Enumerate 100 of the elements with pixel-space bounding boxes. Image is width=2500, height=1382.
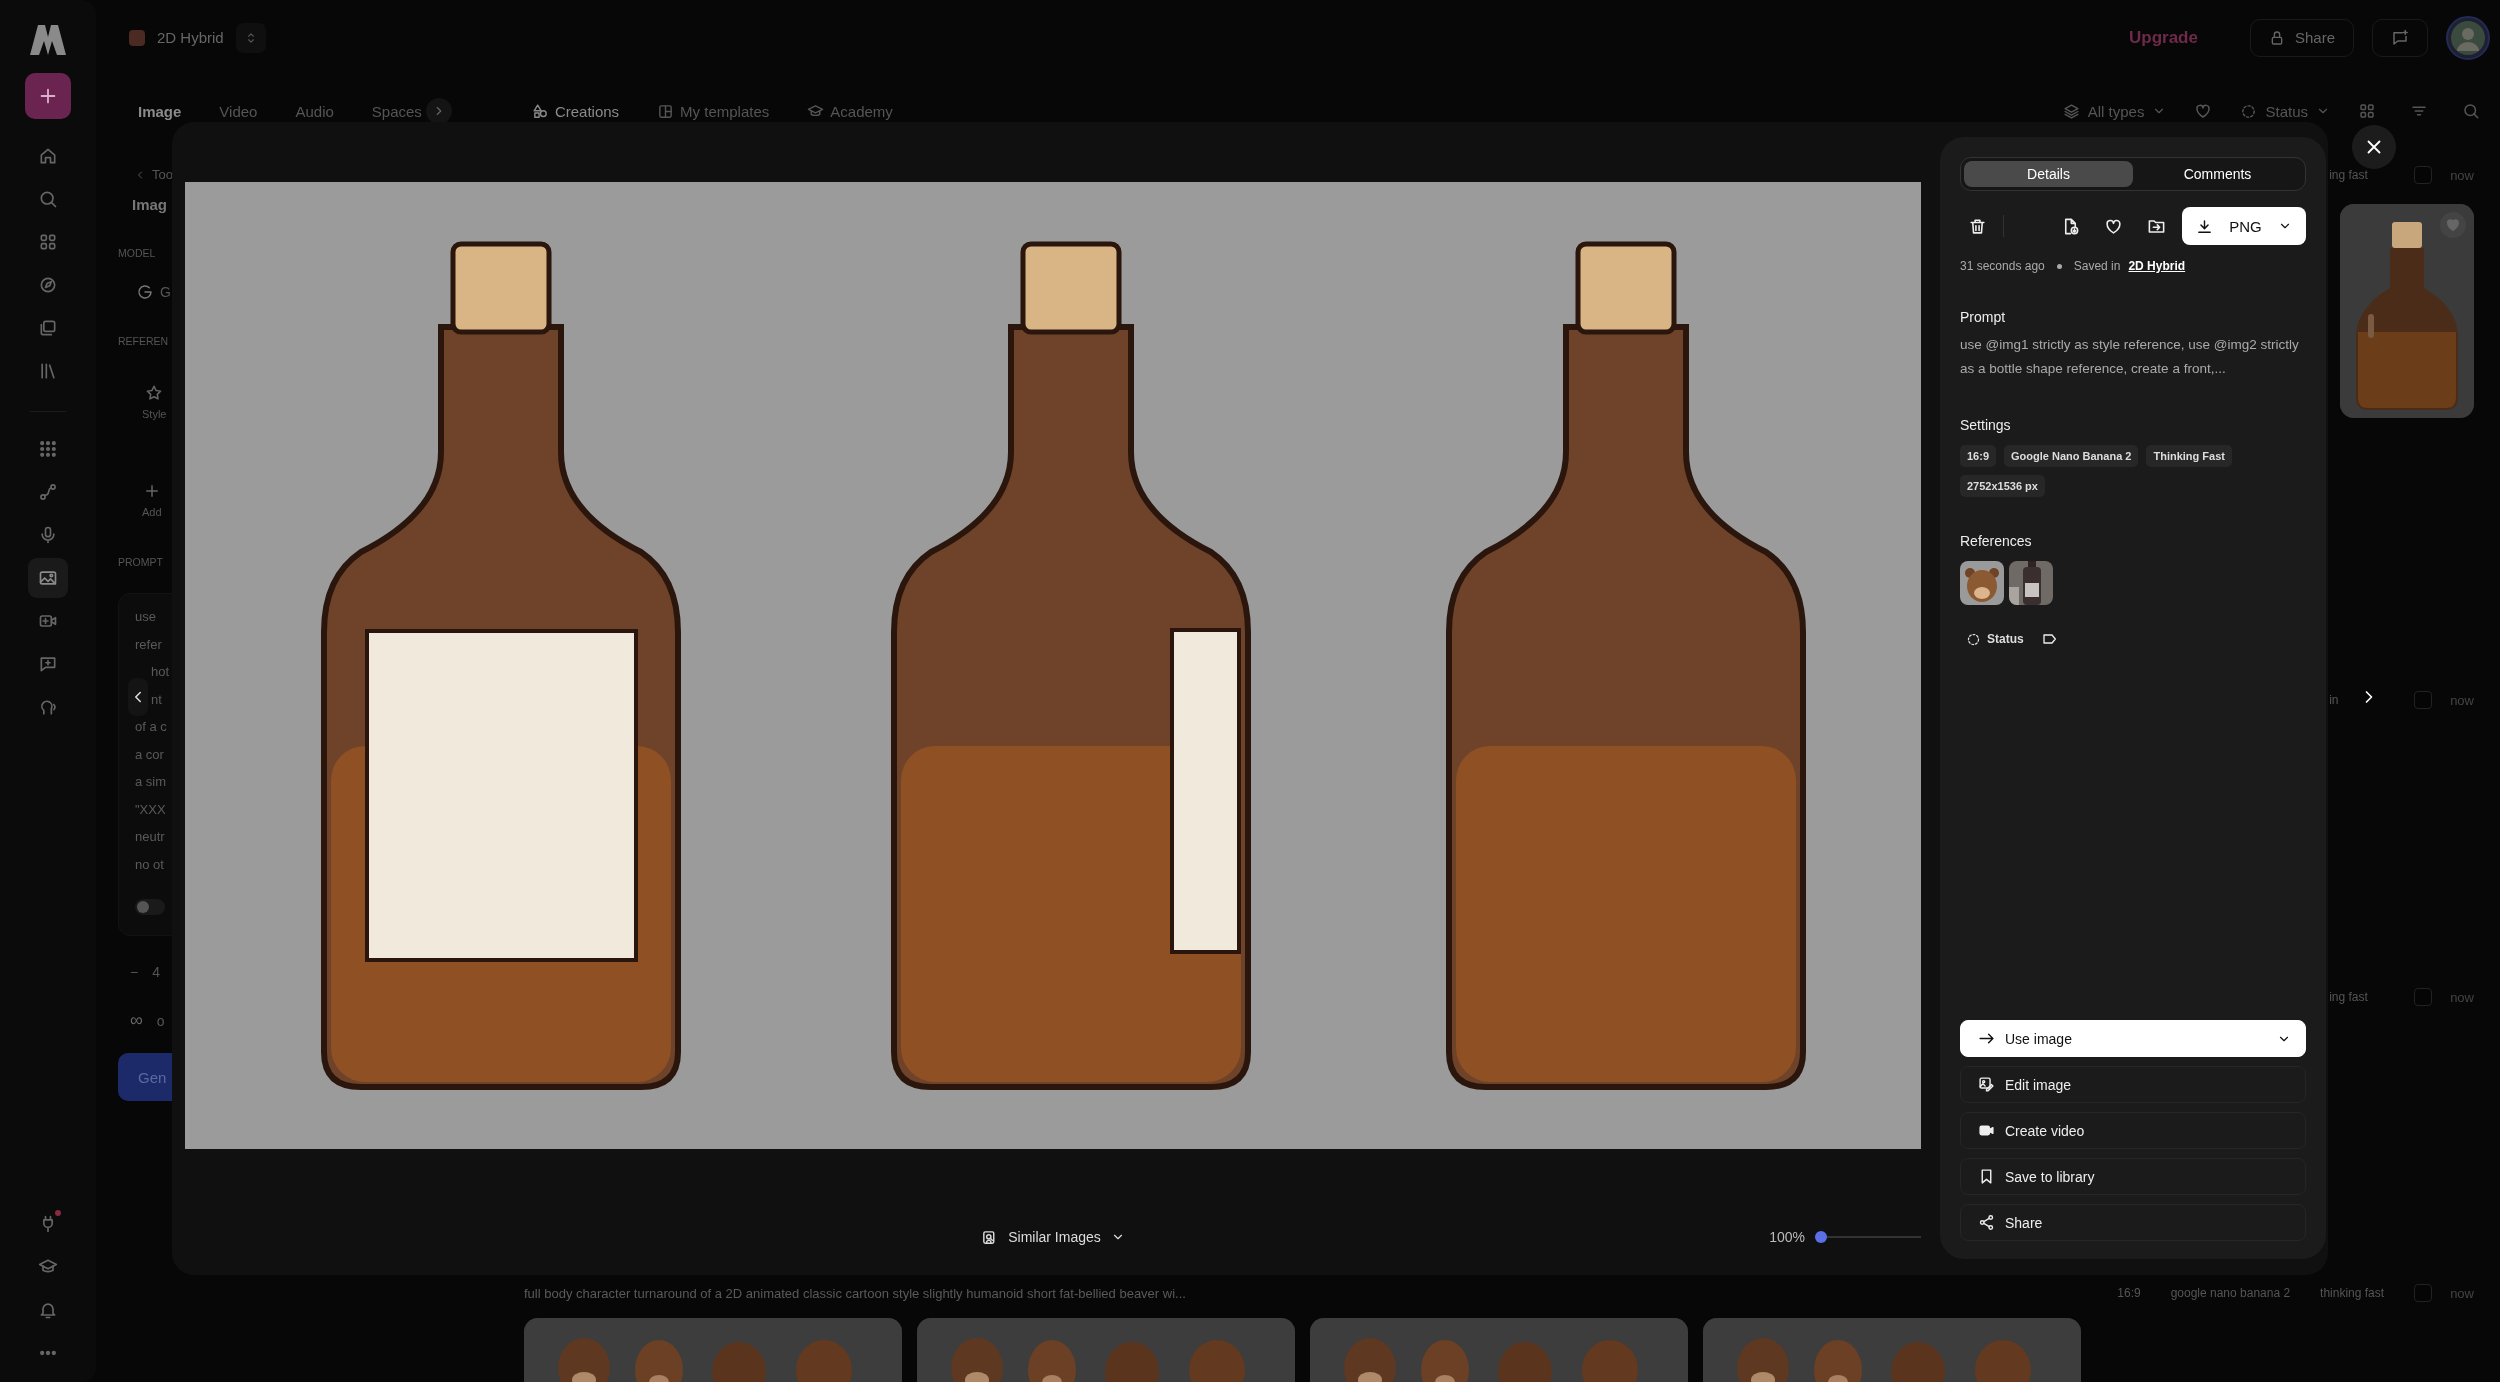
type-filter[interactable]: All types [2062,102,2167,120]
setting-label: ing fast [2329,990,2368,1004]
slot-label: Style [142,408,167,420]
nav-tab[interactable]: Creations [531,102,620,120]
dashed-circle-icon [1966,631,1981,647]
prompt-line: neutr [135,828,165,846]
action-button[interactable]: Create video [1960,1112,2306,1149]
avatar[interactable] [2446,15,2490,60]
slider-thumb[interactable] [1815,1231,1827,1243]
nav-tab[interactable]: Academy [807,102,893,120]
previous-button[interactable] [128,678,148,716]
dashed-circle-icon [2240,102,2258,120]
prompt-line: nt [151,690,162,709]
close-button[interactable] [2352,125,2396,169]
tab[interactable]: Video [219,102,258,120]
home-icon [38,146,58,166]
library-icon [38,361,58,381]
tab[interactable]: Image [138,102,182,120]
status-filter[interactable]: Status [2240,102,2330,120]
tab[interactable]: Spaces [371,102,422,120]
back-link[interactable]: Too [152,167,173,182]
prompt-line: of a c [135,718,167,736]
decrease-button[interactable]: − [130,964,139,980]
notification-dot [55,1210,61,1216]
action-button[interactable]: Use image [1960,1020,2306,1057]
upgrade-link[interactable]: Upgrade [2129,27,2198,48]
path-icon [38,482,58,502]
project-link[interactable]: 2D Hybrid [2128,259,2186,273]
prompt-line: "XXX [135,800,166,819]
heart-icon [2194,102,2213,120]
checkbox[interactable] [2414,691,2433,709]
download-button[interactable]: PNG [2182,207,2306,245]
prompt-text: use @img1 strictly as style reference, use @img2 strictly as a bottle shape reference, create a front,... [1960,336,2300,378]
setting-tag: Thinking Fast [2146,445,2232,467]
project-name[interactable]: 2D Hybrid [157,29,224,46]
layout-icon [657,102,675,120]
compass-icon [38,275,58,295]
panel-title: Imag [132,196,167,213]
setting-label: google nano banana 2 [2170,1286,2291,1300]
slot-label: Add [142,506,162,518]
image-button[interactable] [28,558,68,598]
prompt-line: use [135,608,156,626]
layers-icon [2062,102,2080,120]
count-value: 4 [152,964,160,980]
saved-label: Saved in [2073,259,2121,273]
checkbox[interactable] [2414,1284,2433,1302]
tab[interactable]: Comments [2133,161,2302,187]
timestamp: now [2450,167,2474,183]
apps-icon [38,232,58,252]
timestamp: now [2450,1285,2474,1301]
status-button[interactable]: Status [1966,631,2024,647]
logo-icon[interactable] [28,23,68,57]
feedback-button[interactable] [2372,18,2428,57]
project-color [129,29,145,46]
prompt-caption: full body character turnaround of a 2D animated classic cartoon style slightly humanoid short fat-bellied beaver wi... [524,1285,1186,1301]
setting-label: ing fast [2329,168,2368,182]
share-button[interactable]: Share [2249,18,2354,57]
reference-slot[interactable]: Add [142,482,162,518]
setting-label: in [2329,693,2339,707]
setting-tag: 16:9 [1960,445,1997,467]
pages-icon [38,318,58,338]
image-icon [38,568,58,588]
toggle-switch[interactable] [135,899,165,915]
created-time: 31 seconds ago [1960,259,2045,273]
action-button[interactable]: Share [1960,1204,2306,1241]
edit-image-icon [1978,1076,1995,1093]
checkbox[interactable] [2414,166,2433,184]
model-name[interactable]: G [160,284,171,300]
grid-icon [38,439,58,459]
prompt-line: a cor [135,745,164,764]
trash-icon [1967,216,1987,236]
new-button[interactable] [25,73,71,119]
checkbox[interactable] [2414,988,2433,1006]
prompt-line: hot [151,663,170,681]
setting-label: 16:9 [2117,1286,2141,1300]
infinity-symbol: ∞ [130,1010,143,1031]
microphone-icon [38,525,58,545]
chat-plus-icon [38,654,58,674]
switch-project-button[interactable] [235,22,266,53]
share-icon [1978,1214,1995,1231]
download-icon [2196,217,2213,235]
search-icon [38,189,58,209]
action-button[interactable]: Save to library [1960,1158,2306,1195]
option-label: o [156,1012,165,1029]
similar-images-button[interactable]: Similar Images [981,1228,1125,1246]
timestamp: now [2450,989,2474,1005]
search-icon [2462,102,2480,120]
prompt-line: refer [135,635,162,654]
chat-sparkle-icon [2391,28,2409,47]
shapes-icon [531,102,549,120]
section-heading: Prompt [1960,309,2007,325]
grid-view-icon [2358,102,2376,120]
reference-slot[interactable]: Style [142,384,167,420]
nav-tab[interactable]: My templates [657,102,770,120]
tab[interactable]: Audio [295,102,334,120]
section-heading: Settings [1960,417,2012,433]
action-button[interactable]: Edit image [1960,1066,2306,1103]
prompt-line: a sim [135,773,167,791]
tab[interactable]: Details [1964,161,2133,187]
zoom-slider-track[interactable] [1815,1231,1921,1243]
